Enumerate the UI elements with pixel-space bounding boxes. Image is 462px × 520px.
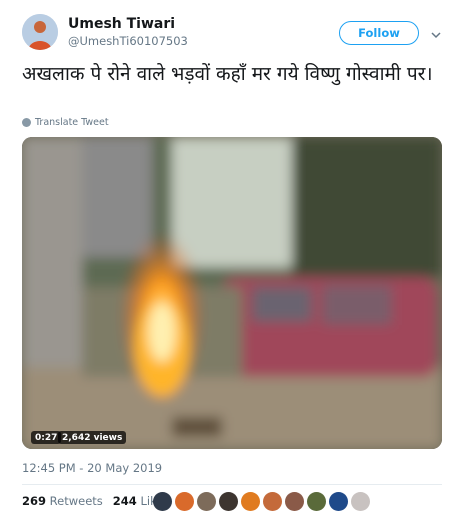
liker-avatar[interactable] <box>197 492 216 511</box>
liker-avatar[interactable] <box>175 492 194 511</box>
liker-avatar[interactable] <box>351 492 370 511</box>
divider <box>22 484 442 485</box>
tweet-text: अखलाक पे रोने वाले भड़वों कहाँ मर गये वि… <box>22 63 433 85</box>
display-name[interactable]: Umesh Tiwari <box>68 16 175 32</box>
liker-avatar[interactable] <box>153 492 172 511</box>
follow-button[interactable]: Follow <box>339 21 419 45</box>
avatar[interactable] <box>22 14 58 50</box>
translate-label: Translate Tweet <box>35 117 109 128</box>
tweet-stats: 269 Retweets 244 Likes <box>22 494 169 508</box>
video-views-badge: 2,642 views <box>58 431 127 444</box>
liker-avatar[interactable] <box>219 492 238 511</box>
liker-avatars <box>153 492 370 511</box>
chevron-down-icon[interactable] <box>430 26 442 39</box>
avatar-image <box>22 14 58 50</box>
retweets-stat[interactable]: 269 Retweets <box>22 494 103 508</box>
tweet-timestamp[interactable]: 12:45 PM - 20 May 2019 <box>22 461 162 475</box>
liker-avatar[interactable] <box>285 492 304 511</box>
liker-avatar[interactable] <box>241 492 260 511</box>
likes-count: 244 <box>112 494 137 508</box>
liker-avatar[interactable] <box>307 492 326 511</box>
retweets-count: 269 <box>22 494 47 508</box>
liker-avatar[interactable] <box>329 492 348 511</box>
liker-avatar[interactable] <box>263 492 282 511</box>
tweet-card: Umesh Tiwari @UmeshTi60107503 Follow अखल… <box>0 0 462 520</box>
globe-icon <box>22 118 31 127</box>
translate-tweet-link[interactable]: Translate Tweet <box>22 117 109 128</box>
retweets-label: Retweets <box>49 494 103 508</box>
user-handle[interactable]: @UmeshTi60107503 <box>68 34 188 48</box>
video-duration-badge: 0:27 <box>31 431 62 444</box>
video-player[interactable]: 0:27 2,642 views <box>22 137 442 449</box>
video-frame <box>22 137 442 449</box>
